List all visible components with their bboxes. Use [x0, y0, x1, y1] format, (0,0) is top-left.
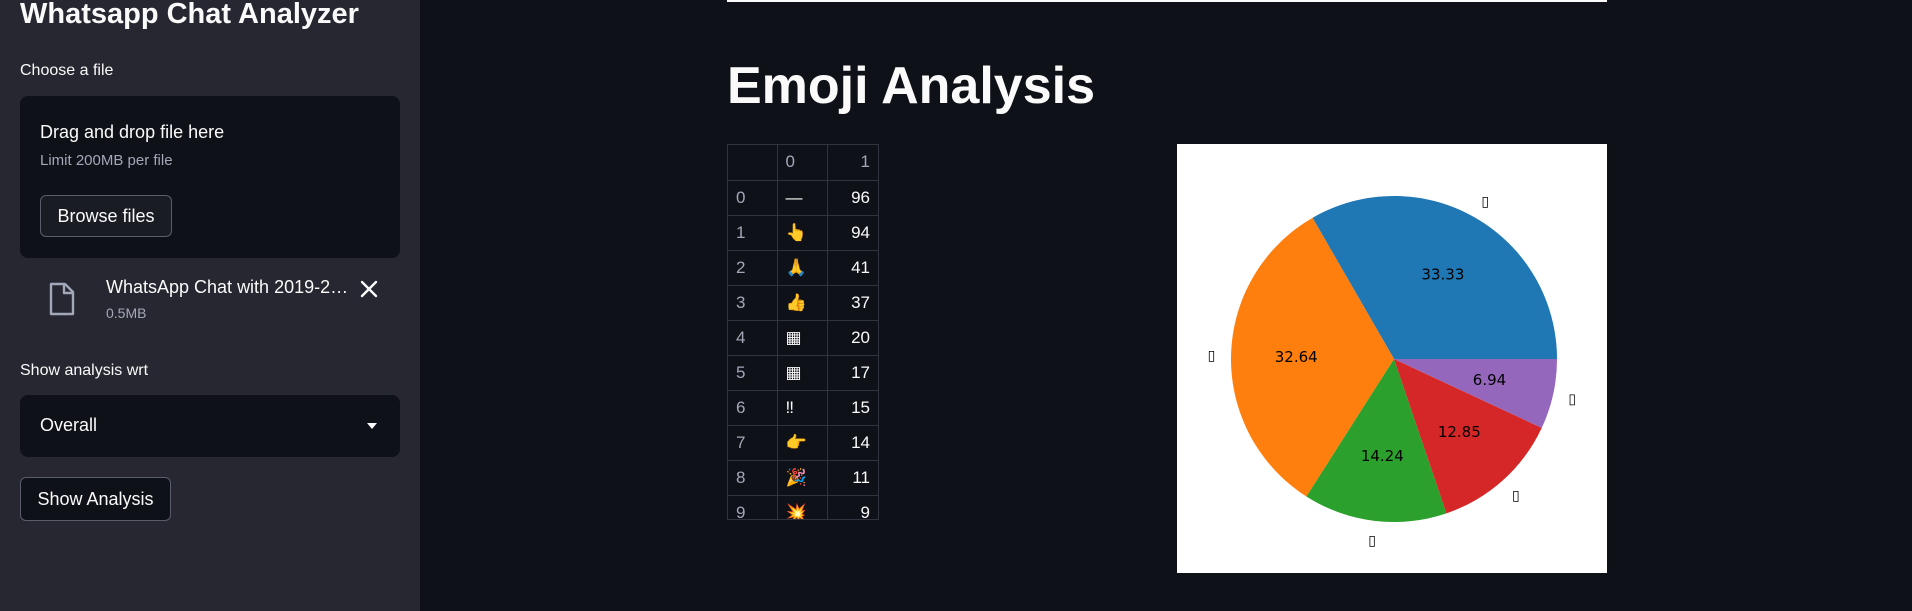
emoji-pie-chart: 33.33 ▯ 32.64 ▯ 14.24 ▯ 12.85 ▯ 6.94 ▯ [1177, 144, 1607, 573]
table-cell-count: 11 [827, 460, 878, 496]
table-cell-emoji: ‼ [777, 390, 828, 426]
table-row-index: 2 [728, 250, 778, 286]
table-cell-emoji: 🎉 [777, 460, 828, 496]
table-cell-count: 14 [827, 425, 878, 461]
table-row: 9 💥 9 [728, 495, 878, 519]
table-header-col1: 1 [827, 145, 878, 181]
table-cell-count: 17 [827, 355, 878, 391]
table-row-index: 8 [728, 460, 778, 496]
table-cell-count: 9 [827, 495, 878, 519]
analysis-select-value: Overall [40, 415, 98, 435]
section-title: Emoji Analysis [727, 57, 1095, 115]
uploaded-file-item: WhatsApp Chat with 2019-2… 0.5MB [20, 270, 400, 330]
pie-slice-label: ▯ [1208, 348, 1216, 364]
section-divider [727, 0, 1607, 2]
analysis-select[interactable]: Overall [20, 395, 400, 457]
table-row-index: 6 [728, 390, 778, 426]
browse-files-button[interactable]: Browse files [40, 195, 172, 237]
uploaded-file-size: 0.5MB [106, 305, 147, 321]
uploaded-file-name: WhatsApp Chat with 2019-2… [106, 277, 349, 297]
table-row: 3 👍 37 [728, 285, 878, 321]
table-cell-count: 41 [827, 250, 878, 286]
file-uploader-label: Choose a file [20, 62, 114, 79]
table-row: 1 👆 94 [728, 215, 878, 251]
pie-slice-label: ▯ [1512, 488, 1520, 504]
table-row-index: 3 [728, 285, 778, 321]
show-analysis-button[interactable]: Show Analysis [20, 477, 171, 521]
table-header-index [728, 145, 778, 181]
pie-value-label: 32.64 [1275, 348, 1318, 366]
table-row-index: 1 [728, 215, 778, 251]
pie-value-label: 33.33 [1421, 265, 1464, 283]
table-row: 7 👉 14 [728, 425, 878, 461]
table-row: 5 ▦ 17 [728, 355, 878, 391]
close-icon[interactable] [354, 274, 384, 304]
table-cell-emoji: 💥 [777, 495, 828, 519]
table-row: 4 ▦ 20 [728, 320, 878, 356]
dropzone-limit-text: Limit 200MB per file [40, 152, 173, 169]
table-row-index: 9 [728, 495, 778, 519]
analysis-select-label: Show analysis wrt [20, 362, 149, 379]
emoji-dataframe[interactable]: 0 1 0—96 1 👆 94 2 🙏 41 3 👍 37 4 ▦ 20 5 ▦ 17 6 ‼ 15 7 👉 14 8 🎉 11… [727, 144, 879, 520]
file-dropzone[interactable]: Drag and drop file here Limit 200MB per … [20, 96, 400, 258]
table-cell-count: 96 [827, 180, 878, 216]
chevron-down-icon [367, 423, 377, 429]
dropzone-instructions: Drag and drop file here [40, 122, 225, 142]
pie-value-label: 12.85 [1438, 423, 1481, 441]
table-row: 8 🎉 11 [728, 460, 878, 496]
table-row-index: 7 [728, 425, 778, 461]
table-cell-emoji: — [777, 180, 828, 216]
table-row: 0—96 [728, 180, 878, 216]
pie-slice-label: ▯ [1568, 391, 1576, 407]
table-cell-emoji: 👍 [777, 285, 828, 321]
table-row: 2 🙏 41 [728, 250, 878, 286]
table-cell-emoji: ▦ [777, 355, 828, 391]
table-cell-emoji: 👉 [777, 425, 828, 461]
table-cell-count: 15 [827, 390, 878, 426]
table-cell-count: 20 [827, 320, 878, 356]
pie-value-label: 6.94 [1473, 371, 1506, 389]
table-cell-emoji: 🙏 [777, 250, 828, 286]
table-header-row: 0 1 [728, 145, 878, 181]
pie-slice-label: ▯ [1481, 194, 1489, 210]
table-row-index: 0 [728, 180, 778, 216]
app-title: Whatsapp Chat Analyzer [20, 0, 359, 30]
pie-chart-svg: 33.33 ▯ 32.64 ▯ 14.24 ▯ 12.85 ▯ 6.94 ▯ [1208, 194, 1576, 549]
table-cell-count: 94 [827, 215, 878, 251]
table-header-col0: 0 [777, 145, 828, 181]
table-cell-emoji: ▦ [777, 320, 828, 356]
pie-value-label: 14.24 [1361, 447, 1404, 465]
table-cell-emoji: 👆 [777, 215, 828, 251]
sidebar: Whatsapp Chat Analyzer Choose a file Dra… [0, 0, 420, 611]
pie-slice-label: ▯ [1368, 533, 1376, 549]
table-row: 6 ‼ 15 [728, 390, 878, 426]
file-icon [49, 282, 75, 316]
table-row-index: 5 [728, 355, 778, 391]
table-row-index: 4 [728, 320, 778, 356]
table-cell-count: 37 [827, 285, 878, 321]
